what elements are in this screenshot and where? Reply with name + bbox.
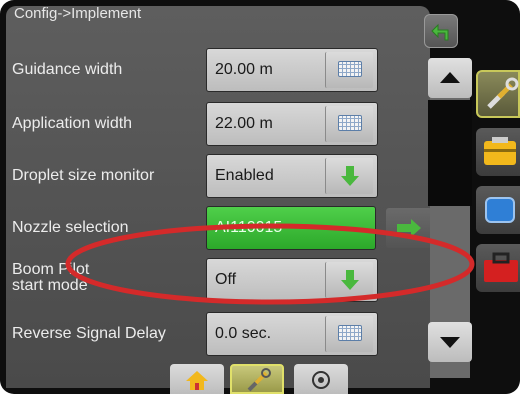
setting-row-reverse-signal-delay: Reverse Signal Delay 0.0 sec. — [6, 310, 430, 360]
side-tab-display[interactable] — [476, 186, 520, 234]
keyboard-icon — [338, 115, 362, 131]
setting-label: Guidance width — [12, 61, 123, 78]
reverse-signal-delay-field[interactable]: 0.0 sec. — [206, 312, 378, 356]
setting-label: Application width — [12, 115, 133, 132]
gps-icon — [312, 371, 330, 389]
dropdown-button[interactable] — [325, 262, 373, 298]
keyboard-button[interactable] — [325, 106, 373, 142]
down-arrow-icon — [341, 166, 359, 186]
bottom-tab-tools[interactable] — [230, 364, 284, 394]
toolbox-icon — [484, 252, 518, 282]
home-icon — [186, 371, 208, 390]
setting-row-application-width: Application width 22.00 m — [6, 100, 430, 150]
nozzle-next-button[interactable] — [386, 208, 432, 248]
setting-label: Nozzle selection — [12, 219, 129, 236]
application-width-field[interactable]: 22.00 m — [206, 102, 378, 146]
breadcrumb: Config->Implement — [14, 5, 142, 22]
down-arrow-icon — [341, 270, 359, 290]
side-tab-implement[interactable] — [476, 128, 520, 176]
droplet-size-monitor-field[interactable]: Enabled — [206, 154, 378, 198]
field-value: AI110015 — [215, 219, 283, 236]
dropdown-button[interactable] — [325, 158, 373, 194]
tools-icon — [487, 77, 519, 109]
scroll-up-button[interactable] — [428, 58, 472, 98]
setting-label: Reverse Signal Delay — [12, 325, 166, 342]
scroll-track[interactable] — [428, 100, 472, 206]
keyboard-icon — [338, 61, 362, 77]
down-triangle-icon — [440, 337, 460, 348]
keyboard-icon — [338, 325, 362, 341]
scroll-down-button[interactable] — [428, 322, 472, 362]
setting-row-boom-pilot-start-mode: Boom Pilot start mode Off — [6, 256, 430, 306]
side-tab-bar — [476, 70, 520, 310]
field-value: Enabled — [215, 167, 274, 184]
bottom-tab-home[interactable] — [170, 364, 224, 394]
back-button[interactable] — [424, 14, 458, 48]
keyboard-button[interactable] — [325, 316, 373, 352]
setting-label: Droplet size monitor — [12, 167, 155, 184]
bottom-tab-bar — [170, 364, 370, 394]
up-triangle-icon — [440, 72, 460, 83]
right-arrow-icon — [397, 219, 421, 237]
implement-icon — [484, 137, 516, 165]
field-value: Off — [215, 271, 237, 288]
side-tab-tools[interactable] — [476, 70, 520, 118]
setting-row-nozzle-selection: Nozzle selection AI110015 — [6, 204, 432, 254]
field-value: 20.00 m — [215, 61, 273, 78]
field-value: 0.0 sec. — [215, 325, 272, 342]
nozzle-selection-field[interactable]: AI110015 — [206, 206, 376, 250]
bottom-tab-gps[interactable] — [294, 364, 348, 394]
keyboard-button[interactable] — [325, 52, 373, 88]
setting-row-droplet-size-monitor: Droplet size monitor Enabled — [6, 152, 430, 202]
side-tab-toolbox[interactable] — [476, 244, 520, 292]
setting-label-line2: start mode — [12, 277, 88, 294]
setting-row-guidance-width: Guidance width 20.00 m — [6, 46, 430, 96]
guidance-width-field[interactable]: 20.00 m — [206, 48, 378, 92]
boom-pilot-start-mode-field[interactable]: Off — [206, 258, 378, 302]
field-value: 22.00 m — [215, 115, 273, 132]
back-arrow-icon — [431, 23, 449, 41]
tools-icon — [247, 368, 271, 392]
device-screen: Config->Implement Guidance width 20.00 m… — [0, 0, 520, 394]
display-icon — [485, 197, 515, 223]
